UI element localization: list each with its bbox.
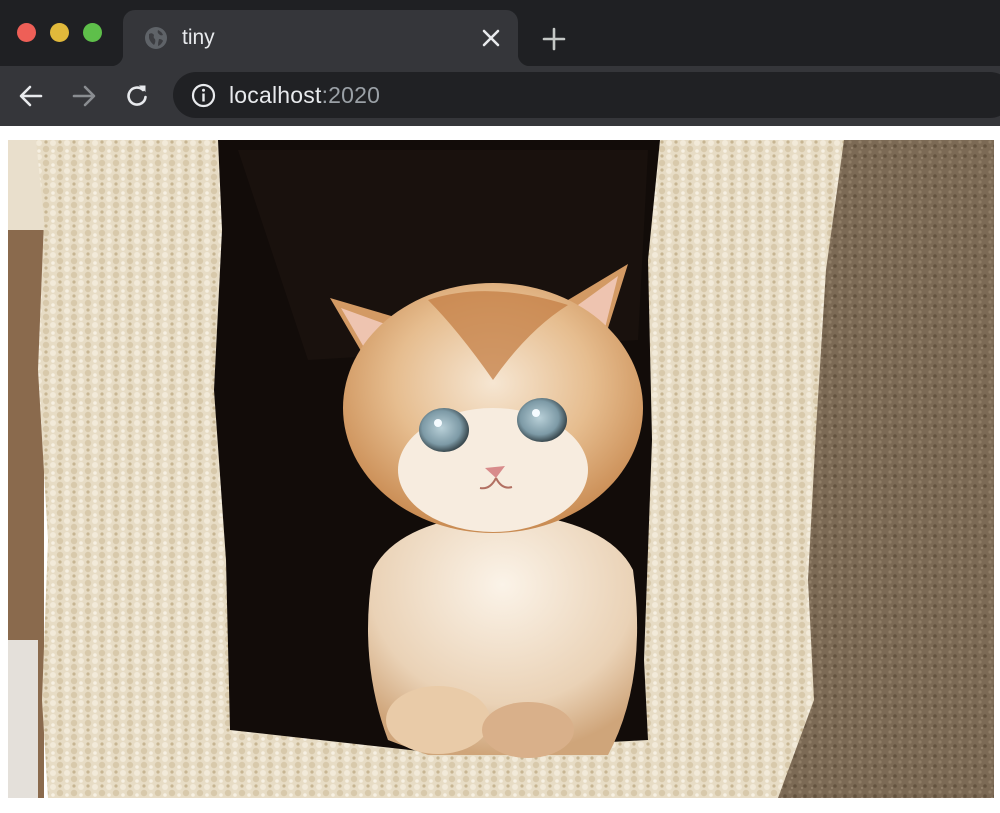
tab-active[interactable]: tiny [111,10,530,66]
window-maximize-button[interactable] [83,23,102,42]
page-viewport [0,126,1000,813]
arrow-right-icon[interactable] [70,82,98,110]
url-host: localhost [229,82,322,108]
plus-icon[interactable] [541,26,567,52]
browser-toolbar: localhost:2020 [0,66,1000,126]
url-port: :2020 [321,82,381,108]
url-text[interactable]: localhost:2020 [229,82,380,109]
close-icon[interactable] [479,26,503,50]
info-icon[interactable] [191,83,216,108]
browser-titlebar: tiny [0,0,1000,66]
address-bar[interactable]: localhost:2020 [173,72,1000,118]
tab-title: tiny [182,26,215,49]
reload-icon[interactable] [123,82,151,110]
window-minimize-button[interactable] [50,23,69,42]
arrow-left-icon[interactable] [17,82,45,110]
globe-icon [145,27,167,49]
window-close-button[interactable] [17,23,36,42]
kitten-in-cat-tree-photo [8,140,994,798]
